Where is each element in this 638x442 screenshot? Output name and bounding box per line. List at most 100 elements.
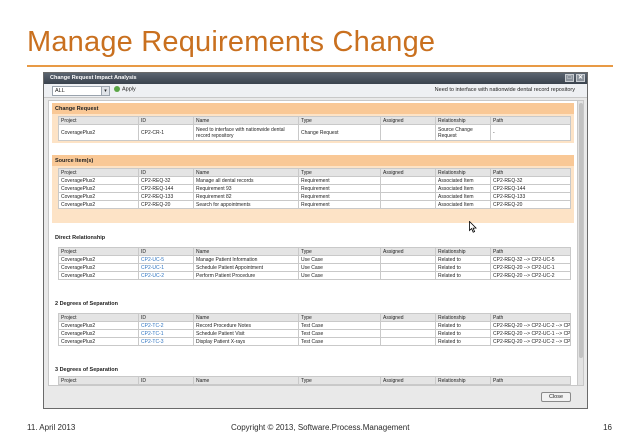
apply-icon: [114, 86, 120, 92]
cell-name: Display Patient X-rays: [193, 337, 299, 346]
cell-type: Requirement: [298, 176, 381, 185]
column-header-path[interactable]: Path: [490, 376, 571, 385]
maximize-icon[interactable]: □: [565, 74, 574, 82]
results-pane[interactable]: Change Request Project ID Name Type Assigned…: [48, 100, 578, 386]
cell-id[interactable]: CP2-TC-1: [138, 329, 194, 338]
cell-project: CoveragePlus2: [58, 255, 139, 264]
column-header-assigned[interactable]: Assigned: [380, 247, 436, 256]
column-header-id[interactable]: ID: [138, 376, 194, 385]
column-header-relationship[interactable]: Relationship: [435, 313, 491, 322]
table-header-row: Project ID Name Type Assigned Relationship Pat…: [58, 168, 571, 177]
column-header-path[interactable]: Path: [490, 313, 571, 322]
cell-id[interactable]: CP2-UC-5: [138, 255, 194, 264]
column-header-assigned[interactable]: Assigned: [380, 313, 436, 322]
scrollbar-thumb[interactable]: [579, 103, 583, 358]
column-header-id[interactable]: ID: [138, 247, 194, 256]
column-header-project[interactable]: Project: [58, 168, 139, 177]
table-row[interactable]: CoveragePlus2 CP2-CR-1 Need to interface w…: [58, 124, 571, 141]
cell-id[interactable]: CP2-UC-2: [138, 271, 194, 280]
section-change-request: Change Request Project ID Name Type Assigned…: [52, 103, 574, 143]
cell-id[interactable]: CP2-REQ-20: [138, 200, 194, 209]
chevron-down-icon[interactable]: ▾: [101, 87, 109, 95]
cell-id[interactable]: CP2-REQ-32: [138, 176, 194, 185]
cell-id[interactable]: CP2-TC-3: [138, 337, 194, 346]
cell-id[interactable]: CP2-TC-2: [138, 321, 194, 330]
cell-name: Perform Patient Procedure: [193, 271, 299, 280]
cell-path: CP2-REQ-144: [490, 184, 571, 193]
page-number: 16: [603, 423, 612, 432]
table-row[interactable]: CoveragePlus2 CP2-UC-1 Schedule Patient Ap…: [58, 263, 571, 272]
table-row[interactable]: CoveragePlus2 CP2-TC-1 Schedule Patient Vi…: [58, 329, 571, 338]
cell-type: Use Case: [298, 271, 381, 280]
direct-relationship-table: Project ID Name Type Assigned Relationship Pat…: [58, 247, 571, 280]
table-row[interactable]: CoveragePlus2 CP2-REQ-32 Manage all dental…: [58, 176, 571, 185]
column-header-relationship[interactable]: Relationship: [435, 168, 491, 177]
cell-type: Test Case: [298, 321, 381, 330]
cell-name: Schedule Patient Appointment: [193, 263, 299, 272]
column-header-path[interactable]: Path: [490, 168, 571, 177]
column-header-id[interactable]: ID: [138, 168, 194, 177]
column-header-name[interactable]: Name: [193, 313, 299, 322]
cell-type: Test Case: [298, 337, 381, 346]
column-header-project[interactable]: Project: [58, 376, 139, 385]
footer-copyright: Copyright © 2013, Software.Process.Manag…: [231, 423, 410, 432]
filter-select-value: ALL: [55, 88, 65, 94]
cell-relationship: Associated Item: [435, 184, 491, 193]
column-header-relationship[interactable]: Relationship: [435, 247, 491, 256]
table-row[interactable]: CoveragePlus2 CP2-TC-2 Record Procedure No…: [58, 321, 571, 330]
filter-select[interactable]: ALL ▾: [52, 86, 110, 96]
cell-name: Requirement 93: [193, 184, 299, 193]
column-header-project[interactable]: Project: [58, 247, 139, 256]
vertical-scrollbar[interactable]: [577, 100, 584, 386]
column-header-path[interactable]: Path: [490, 247, 571, 256]
column-header-type[interactable]: Type: [298, 247, 381, 256]
cell-id[interactable]: CP2-UC-1: [138, 263, 194, 272]
table-row[interactable]: CoveragePlus2 CP2-TC-3 Display Patient X-r…: [58, 337, 571, 346]
column-header-name[interactable]: Name: [193, 168, 299, 177]
column-header-relationship[interactable]: Relationship: [435, 116, 491, 125]
column-header-name[interactable]: Name: [193, 247, 299, 256]
column-header-id[interactable]: ID: [138, 116, 194, 125]
column-header-name[interactable]: Name: [193, 116, 299, 125]
cell-id[interactable]: CP2-REQ-133: [138, 192, 194, 201]
cell-assigned: [380, 255, 436, 264]
column-header-project[interactable]: Project: [58, 313, 139, 322]
cell-path: CP2-REQ-20 --> CP2-UC-1: [490, 263, 571, 272]
column-header-path[interactable]: Path: [490, 116, 571, 125]
section-title: Direct Relationship: [55, 235, 106, 241]
cell-relationship: Associated Item: [435, 192, 491, 201]
column-header-name[interactable]: Name: [193, 376, 299, 385]
cell-id[interactable]: CP2-CR-1: [138, 124, 194, 141]
column-header-assigned[interactable]: Assigned: [380, 116, 436, 125]
column-header-id[interactable]: ID: [138, 313, 194, 322]
close-icon[interactable]: ✕: [576, 74, 585, 82]
cell-type: Requirement: [298, 200, 381, 209]
cell-path: CP2-REQ-20 --> CP2-UC-2: [490, 271, 571, 280]
table-row[interactable]: CoveragePlus2 CP2-UC-2 Perform Patient Pro…: [58, 271, 571, 280]
column-header-type[interactable]: Type: [298, 313, 381, 322]
cell-assigned: [380, 337, 436, 346]
table-row[interactable]: CoveragePlus2 CP2-REQ-20 Search for appoin…: [58, 200, 571, 209]
cell-id[interactable]: CP2-REQ-144: [138, 184, 194, 193]
column-header-relationship[interactable]: Relationship: [435, 376, 491, 385]
cell-assigned: [380, 192, 436, 201]
close-button[interactable]: Close: [541, 392, 571, 402]
source-items-table: Project ID Name Type Assigned Relationship Pat…: [58, 168, 571, 209]
column-header-type[interactable]: Type: [298, 168, 381, 177]
cell-name: Schedule Patient Visit: [193, 329, 299, 338]
column-header-project[interactable]: Project: [58, 116, 139, 125]
column-header-assigned[interactable]: Assigned: [380, 376, 436, 385]
cell-type: Requirement: [298, 192, 381, 201]
table-row[interactable]: CoveragePlus2 CP2-REQ-133 Requirement 82 Re…: [58, 192, 571, 201]
cell-name: Requirement 82: [193, 192, 299, 201]
apply-button[interactable]: Apply: [114, 86, 136, 96]
cell-path: CP2-REQ-20 --> CP2-UC-2 --> CP2-TC-: [490, 337, 571, 346]
dialog-title: Change Request Impact Analysis: [50, 75, 137, 81]
table-header-row: Project ID Name Type Assigned Relationship Pat…: [58, 247, 571, 256]
table-row[interactable]: CoveragePlus2 CP2-UC-5 Manage Patient Info…: [58, 255, 571, 264]
apply-label: Apply: [122, 86, 136, 93]
column-header-assigned[interactable]: Assigned: [380, 168, 436, 177]
column-header-type[interactable]: Type: [298, 116, 381, 125]
table-row[interactable]: CoveragePlus2 CP2-REQ-144 Requirement 93 Re…: [58, 184, 571, 193]
column-header-type[interactable]: Type: [298, 376, 381, 385]
